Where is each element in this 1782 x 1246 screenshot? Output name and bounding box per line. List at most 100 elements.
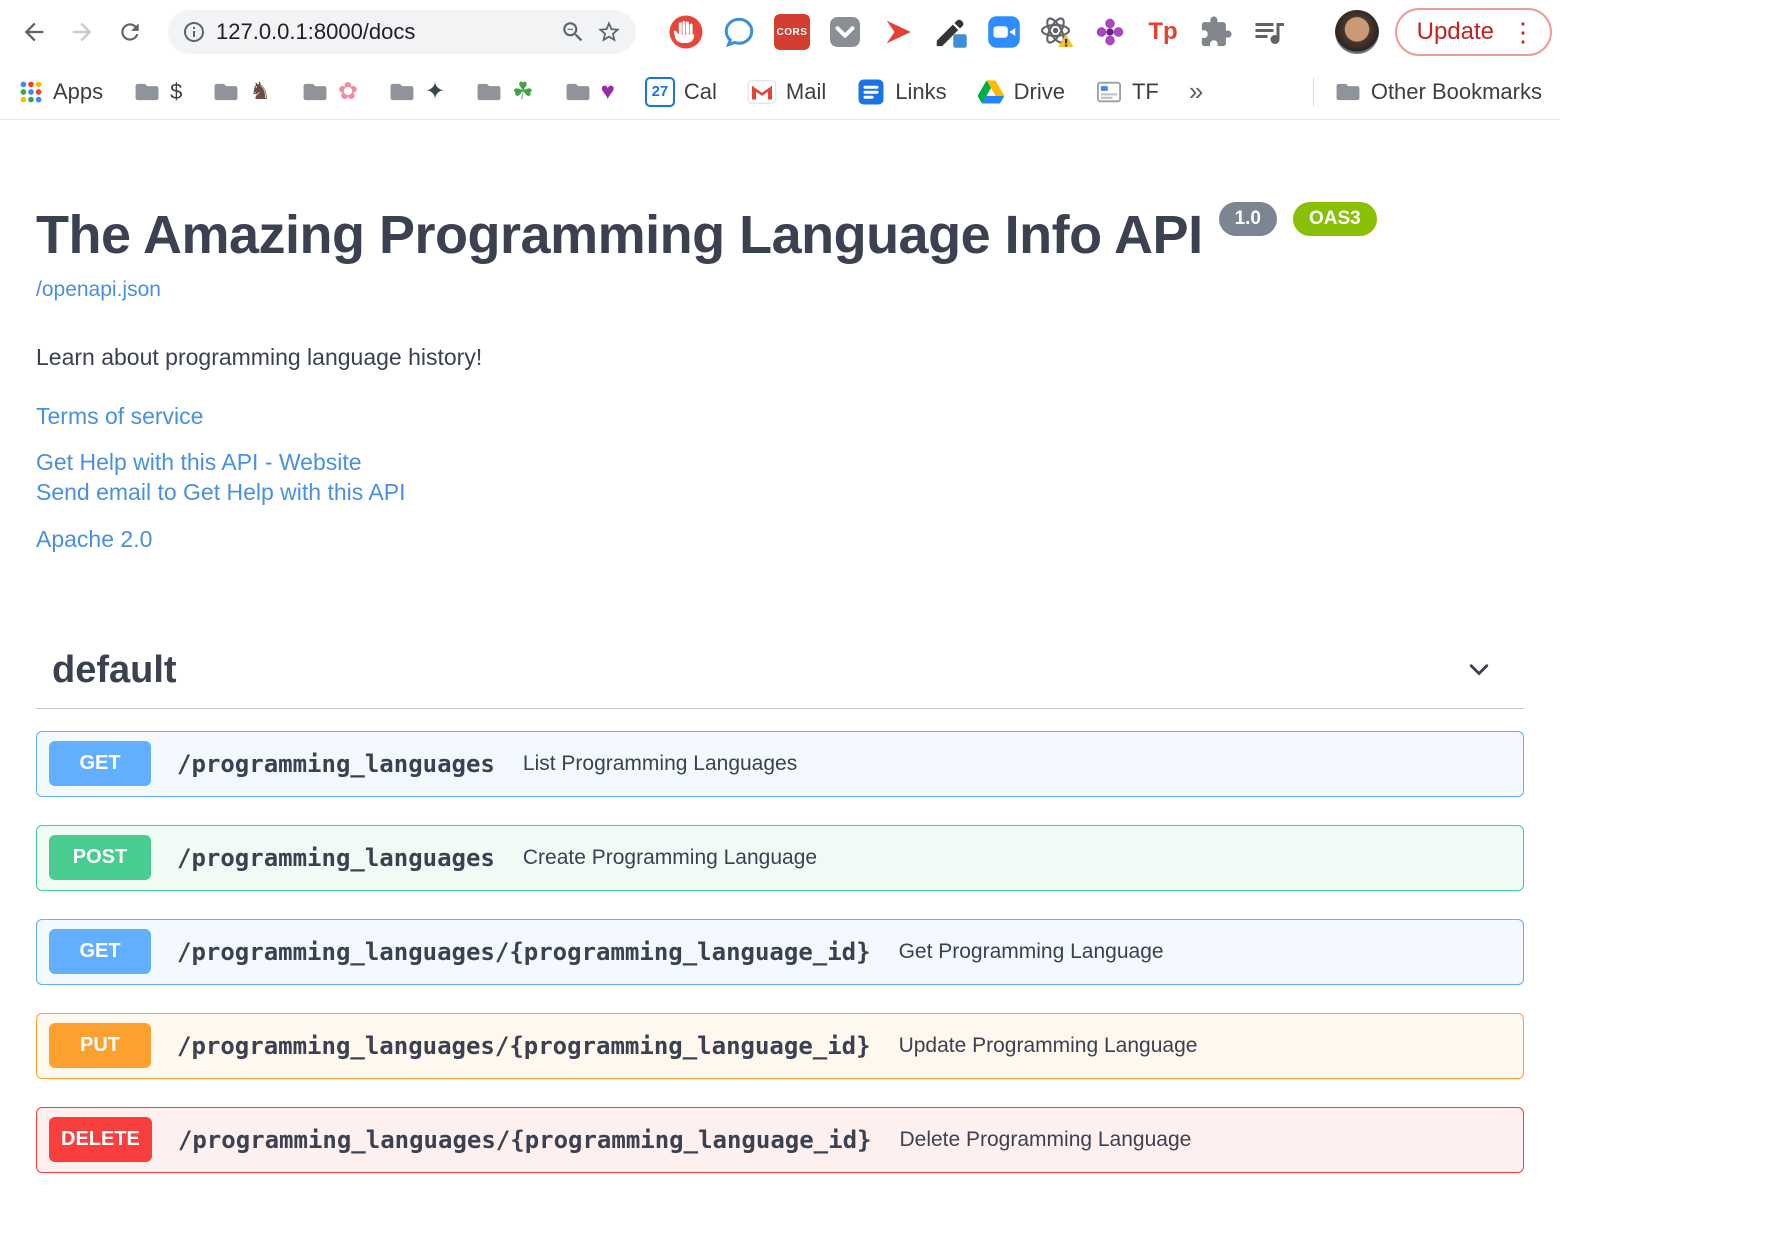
- endpoint-row-update-language[interactable]: PUT /programming_languages/{programming_…: [36, 1012, 1524, 1079]
- browser-window: 127.0.0.1:8000/docs CORS Tp Update ⋮ App…: [0, 0, 1560, 1173]
- openapi-spec-link[interactable]: /openapi.json: [36, 278, 161, 302]
- links-icon: [858, 79, 884, 104]
- folder-icon: [135, 83, 159, 100]
- page-title: The Amazing Programming Language Info AP…: [36, 205, 1203, 265]
- horse-emoji-icon: ♞: [249, 78, 271, 105]
- endpoint-path: /programming_languages: [177, 749, 495, 778]
- tp-label: Tp: [1148, 18, 1178, 45]
- site-info-icon[interactable]: [182, 20, 206, 44]
- endpoint-summary: List Programming Languages: [522, 751, 798, 775]
- url-text: 127.0.0.1:8000/docs: [216, 19, 416, 44]
- drive-icon: [977, 79, 1005, 104]
- cors-label: CORS: [774, 14, 810, 50]
- tag-title: default: [52, 648, 177, 691]
- method-badge: DELETE: [49, 1117, 152, 1163]
- api-description: Learn about programming language history…: [36, 344, 483, 370]
- info-links: Terms of service Get Help with this API …: [36, 403, 1524, 553]
- bookmark-folder-herb[interactable]: ☘: [475, 77, 534, 106]
- bookmark-links[interactable]: Links: [856, 77, 947, 107]
- api-docs-page: The Amazing Programming Language Info AP…: [0, 202, 1560, 1173]
- bookmark-label: Links: [895, 78, 947, 104]
- other-bookmarks[interactable]: Other Bookmarks: [1334, 78, 1542, 106]
- endpoint-row-delete-language[interactable]: DELETE /programming_languages/{programmi…: [36, 1106, 1524, 1173]
- bookmark-apps[interactable]: Apps: [18, 79, 103, 105]
- back-arrow-icon: [24, 22, 44, 42]
- endpoint-summary: Delete Programming Language: [899, 1127, 1192, 1151]
- license-link[interactable]: Apache 2.0: [36, 526, 1524, 553]
- method-badge: POST: [49, 835, 151, 881]
- cors-extension-icon[interactable]: CORS: [772, 12, 812, 52]
- herb-emoji-icon: ☘: [512, 78, 534, 105]
- bookmark-drive[interactable]: Drive: [977, 79, 1065, 105]
- bookmark-folder-dollar[interactable]: $: [133, 78, 182, 106]
- endpoint-path: /programming_languages/{programming_lang…: [177, 1125, 872, 1154]
- purple-flower-extension-icon[interactable]: [1090, 12, 1130, 52]
- color-picker-extension-icon[interactable]: [931, 12, 971, 52]
- bookmark-folder-graduation[interactable]: ✦: [388, 77, 445, 106]
- reload-button[interactable]: [106, 8, 154, 56]
- bookmarks-overflow-chevron[interactable]: »: [1189, 76, 1203, 107]
- tag-section-header[interactable]: default: [36, 649, 1524, 709]
- address-bar[interactable]: 127.0.0.1:8000/docs: [168, 10, 636, 54]
- chevron-down-icon[interactable]: [1462, 653, 1496, 687]
- extensions-puzzle-icon[interactable]: [1196, 12, 1236, 52]
- forward-button[interactable]: [58, 8, 106, 56]
- stop-hand-extension-icon[interactable]: [666, 12, 706, 52]
- endpoint-row-list-languages[interactable]: GET /programming_languages List Programm…: [36, 730, 1524, 797]
- folder-icon: [390, 83, 414, 100]
- endpoint-row-create-language[interactable]: POST /programming_languages Create Progr…: [36, 824, 1524, 891]
- endpoint-list: GET /programming_languages List Programm…: [36, 730, 1524, 1173]
- bookmarks-divider: [1312, 76, 1314, 107]
- calendar-icon: 27: [644, 76, 675, 107]
- back-button[interactable]: [10, 8, 58, 56]
- endpoint-summary: Get Programming Language: [898, 939, 1164, 963]
- folder-icon: [303, 83, 327, 100]
- reload-icon: [121, 23, 139, 41]
- bookmark-folder-heart[interactable]: ♥: [564, 78, 615, 106]
- bookmark-folder-brain[interactable]: ✿: [301, 77, 358, 106]
- chat-bubble-extension-icon[interactable]: [719, 12, 759, 52]
- endpoint-path: /programming_languages: [177, 843, 495, 872]
- method-badge: PUT: [49, 1023, 151, 1069]
- red-arrow-extension-icon[interactable]: [878, 12, 918, 52]
- graduation-cap-emoji-icon: ✦: [425, 78, 446, 105]
- bookmark-folder-horse[interactable]: ♞: [212, 77, 271, 106]
- brain-emoji-icon: ✿: [337, 78, 359, 105]
- folder-icon: [214, 83, 238, 100]
- browser-toolbar: 127.0.0.1:8000/docs CORS Tp Update ⋮: [0, 0, 1560, 64]
- help-links-group: Get Help with this API - Website Send em…: [36, 448, 1524, 508]
- bookmark-label: Drive: [1013, 78, 1065, 104]
- pocket-extension-icon[interactable]: [825, 12, 865, 52]
- tp-extension-icon[interactable]: Tp: [1143, 12, 1183, 52]
- atom-warning-extension-icon[interactable]: [1037, 12, 1077, 52]
- profile-avatar[interactable]: [1334, 10, 1379, 54]
- bookmark-calendar[interactable]: 27 Cal: [644, 76, 717, 107]
- zoom-out-icon[interactable]: [560, 19, 586, 45]
- page-title-row: The Amazing Programming Language Info AP…: [36, 202, 1524, 266]
- help-website-link[interactable]: Get Help with this API - Website: [36, 448, 1524, 478]
- apps-grid-icon: [20, 81, 42, 102]
- bookmark-mail[interactable]: Mail: [747, 77, 826, 107]
- help-email-link[interactable]: Send email to Get Help with this API: [36, 478, 1524, 508]
- bookmark-star-icon[interactable]: [596, 19, 622, 45]
- forward-arrow-icon: [72, 22, 92, 42]
- bookmark-label: $: [170, 78, 183, 104]
- bookmark-label: Apps: [53, 78, 104, 104]
- bookmark-label: Mail: [785, 78, 827, 104]
- bookmark-tf[interactable]: TF: [1095, 78, 1159, 106]
- folder-icon: [477, 83, 501, 100]
- update-label: Update: [1416, 18, 1494, 45]
- endpoint-summary: Update Programming Language: [898, 1033, 1198, 1057]
- endpoint-row-get-language[interactable]: GET /programming_languages/{programming_…: [36, 918, 1524, 985]
- bookmark-label: Cal: [683, 78, 717, 104]
- oas3-badge: OAS3: [1293, 202, 1377, 236]
- terms-of-service-link[interactable]: Terms of service: [36, 403, 1524, 430]
- menu-dots-icon: ⋮: [1510, 17, 1536, 47]
- extensions-row: CORS Tp: [666, 12, 1289, 52]
- gmail-icon: [747, 79, 777, 104]
- browser-menu-update-button[interactable]: Update ⋮: [1394, 8, 1552, 56]
- folder-icon: [566, 83, 590, 100]
- endpoint-path: /programming_languages/{programming_lang…: [177, 937, 871, 966]
- video-call-extension-icon[interactable]: [984, 12, 1024, 52]
- playlist-music-extension-icon[interactable]: [1249, 12, 1289, 52]
